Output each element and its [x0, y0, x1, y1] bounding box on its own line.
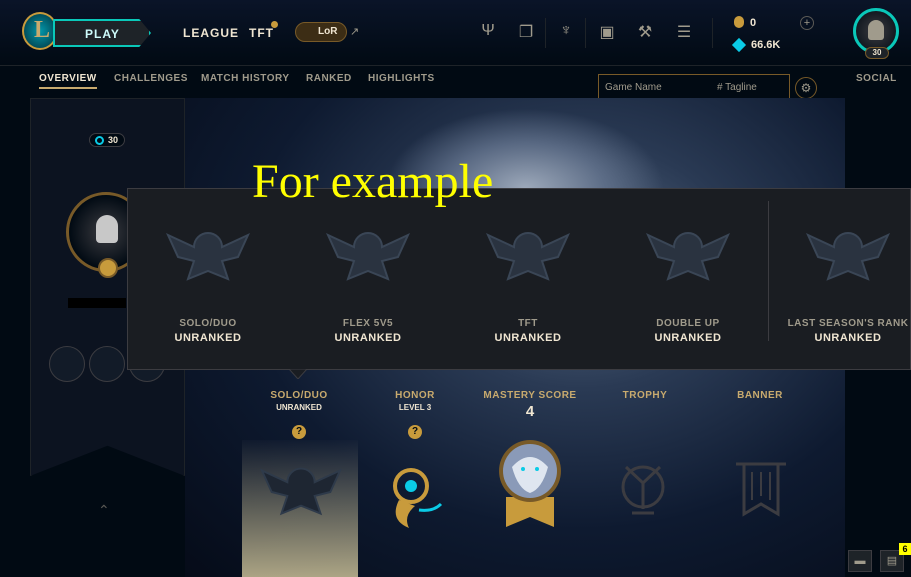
tab-ranked[interactable]: RANKED — [306, 73, 352, 84]
popup-pointer — [289, 369, 307, 379]
mastery-champion-icon[interactable] — [496, 437, 564, 533]
honor-emblem-icon[interactable] — [379, 460, 443, 532]
mastery-summary[interactable]: MASTERY SCORE 4 — [475, 390, 585, 420]
social-label[interactable]: SOCIAL — [856, 73, 897, 84]
level-value: 30 — [108, 135, 119, 145]
unranked-crest-icon — [325, 232, 411, 281]
nav-tft[interactable]: TFT — [249, 26, 274, 40]
badge-slot[interactable] — [89, 346, 125, 382]
play-button-label: PLAY — [85, 27, 120, 41]
chat-icon[interactable]: ▬ — [848, 550, 872, 572]
gear-icon[interactable]: ⚙ — [795, 77, 817, 99]
queue-name: FLEX 5V5 — [342, 318, 394, 329]
ranked-popup: SOLO/DUO UNRANKED FLEX 5V5 UNRANKED TFT … — [127, 188, 911, 370]
banner-summary[interactable]: BANNER — [705, 390, 815, 401]
external-link-icon: ↗ — [350, 26, 360, 38]
rank-last-season: LAST SEASON'S RANK UNRANKED — [768, 189, 911, 371]
overlay-caption: For example — [252, 155, 494, 208]
queue-name: TFT — [518, 318, 538, 329]
rank-double-up: DOUBLE UP UNRANKED — [608, 189, 768, 371]
helmet-icon — [868, 20, 884, 40]
player-search[interactable]: Game Name # Tagline — [598, 74, 790, 100]
chevron-up-icon[interactable]: ⌃ — [98, 502, 110, 519]
badge-slot[interactable] — [49, 346, 85, 382]
banner-icon[interactable] — [734, 460, 788, 522]
help-icon[interactable]: ? — [292, 425, 306, 439]
queue-name: DOUBLE UP — [656, 318, 720, 329]
rp-amount: 0 — [750, 17, 757, 29]
queue-rank: UNRANKED — [174, 332, 242, 344]
prestige-gem-icon — [98, 258, 118, 278]
unranked-crest-icon — [485, 232, 571, 281]
banner-label: BANNER — [737, 390, 783, 401]
rank-tft: TFT UNRANKED — [448, 189, 608, 371]
notification-count: 6 — [899, 543, 911, 555]
helmet-icon — [96, 215, 118, 243]
divider — [585, 18, 586, 48]
mastery-label: MASTERY SCORE — [483, 390, 577, 401]
queue-rank: UNRANKED — [814, 332, 882, 344]
honor-label: HONOR — [395, 390, 435, 401]
chest-icon[interactable]: ▣ — [597, 22, 617, 42]
level-ring-icon — [95, 136, 104, 145]
nav-league[interactable]: LEAGUE — [183, 26, 239, 40]
cards-icon[interactable]: ❐ — [516, 22, 536, 42]
redacted-summoner-name — [68, 298, 126, 308]
tab-overview[interactable]: OVERVIEW — [39, 73, 97, 89]
tft-notification-dot — [271, 21, 278, 28]
play-button[interactable]: PLAY — [53, 19, 151, 47]
solo-duo-summary[interactable]: SOLO/DUO UNRANKED — [244, 390, 354, 412]
lor-label: LoR — [318, 26, 338, 37]
rank-solo-duo: SOLO/DUO UNRANKED — [128, 189, 288, 371]
buy-rp-button[interactable]: + — [800, 16, 814, 30]
trophy-icon[interactable] — [614, 457, 672, 521]
unranked-crest-icon — [805, 232, 891, 281]
divider — [545, 18, 546, 48]
queue-rank: UNRANKED — [334, 332, 402, 344]
solo-duo-rank: UNRANKED — [276, 403, 322, 412]
honor-level: LEVEL 3 — [398, 403, 432, 412]
rank-flex: FLEX 5V5 UNRANKED — [288, 189, 448, 371]
tagline-input[interactable]: # Tagline — [717, 82, 757, 93]
lor-button[interactable]: LoR — [295, 22, 347, 42]
trident-icon[interactable]: Ψ — [478, 22, 498, 42]
unranked-crest-icon — [645, 232, 731, 281]
queue-name: LAST SEASON'S RANK — [787, 318, 909, 329]
crest-icon[interactable]: ♆ — [556, 22, 576, 42]
level-pill: 30 — [89, 133, 125, 147]
hammer-icon[interactable]: ⚒ — [635, 22, 655, 42]
blue-essence-amount: 66.6K — [751, 39, 781, 51]
unranked-crest-icon[interactable] — [258, 462, 344, 522]
rp-coin-icon — [734, 16, 744, 28]
loot-icon[interactable]: ☰ — [674, 22, 694, 42]
queue-name: SOLO/DUO — [179, 318, 237, 329]
queue-rank: UNRANKED — [494, 332, 562, 344]
tab-challenges[interactable]: CHALLENGES — [114, 73, 188, 84]
league-logo-icon[interactable]: L — [22, 12, 58, 50]
help-icon[interactable]: ? — [408, 425, 422, 439]
summoner-level-badge: 30 — [865, 47, 889, 59]
solo-duo-label: SOLO/DUO — [270, 390, 328, 401]
trophy-label: TROPHY — [622, 390, 668, 401]
game-name-input[interactable]: Game Name — [605, 82, 662, 93]
honor-summary[interactable]: HONOR LEVEL 3 — [360, 390, 470, 412]
tab-highlights[interactable]: HIGHLIGHTS — [368, 73, 435, 84]
queue-rank: UNRANKED — [654, 332, 722, 344]
mastery-score: 4 — [525, 403, 535, 420]
divider — [712, 18, 713, 48]
unranked-crest-icon — [165, 232, 251, 281]
trophy-summary[interactable]: TROPHY — [590, 390, 700, 401]
tab-match-history[interactable]: MATCH HISTORY — [201, 73, 290, 84]
